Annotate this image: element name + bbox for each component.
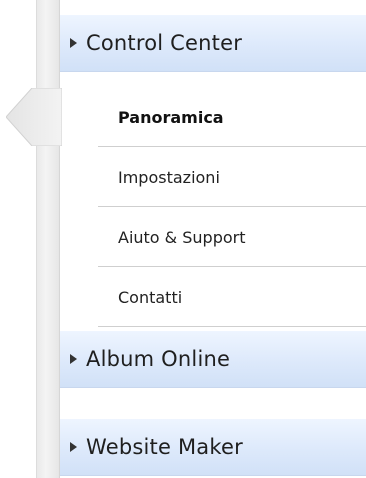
selection-pointer-icon [6, 88, 62, 146]
sidebar-menu: Control Center Panoramica Impostazioni A… [60, 0, 366, 478]
section-label: Control Center [86, 31, 243, 55]
menu-item-contatti[interactable]: Contatti [98, 268, 366, 327]
triangle-right-icon [70, 442, 77, 452]
menu-item-label: Contatti [118, 287, 183, 307]
menu-item-impostazioni[interactable]: Impostazioni [98, 148, 366, 207]
section-header-control-center[interactable]: Control Center [60, 14, 366, 72]
section-header-album-online[interactable]: Album Online [60, 330, 366, 388]
section-label: Website Maker [86, 435, 243, 459]
sidebar-rail [36, 0, 60, 478]
page: Control Center Panoramica Impostazioni A… [0, 0, 366, 478]
section-label: Album Online [86, 347, 231, 371]
triangle-right-icon [70, 354, 77, 364]
menu-item-panoramica[interactable]: Panoramica [98, 88, 366, 147]
triangle-right-icon [70, 38, 77, 48]
section-header-website-maker[interactable]: Website Maker [60, 418, 366, 476]
menu-item-label: Impostazioni [118, 167, 220, 187]
menu-item-label: Panoramica [118, 107, 224, 127]
menu-item-label: Aiuto & Support [118, 227, 246, 247]
menu-item-aiuto-support[interactable]: Aiuto & Support [98, 208, 366, 267]
